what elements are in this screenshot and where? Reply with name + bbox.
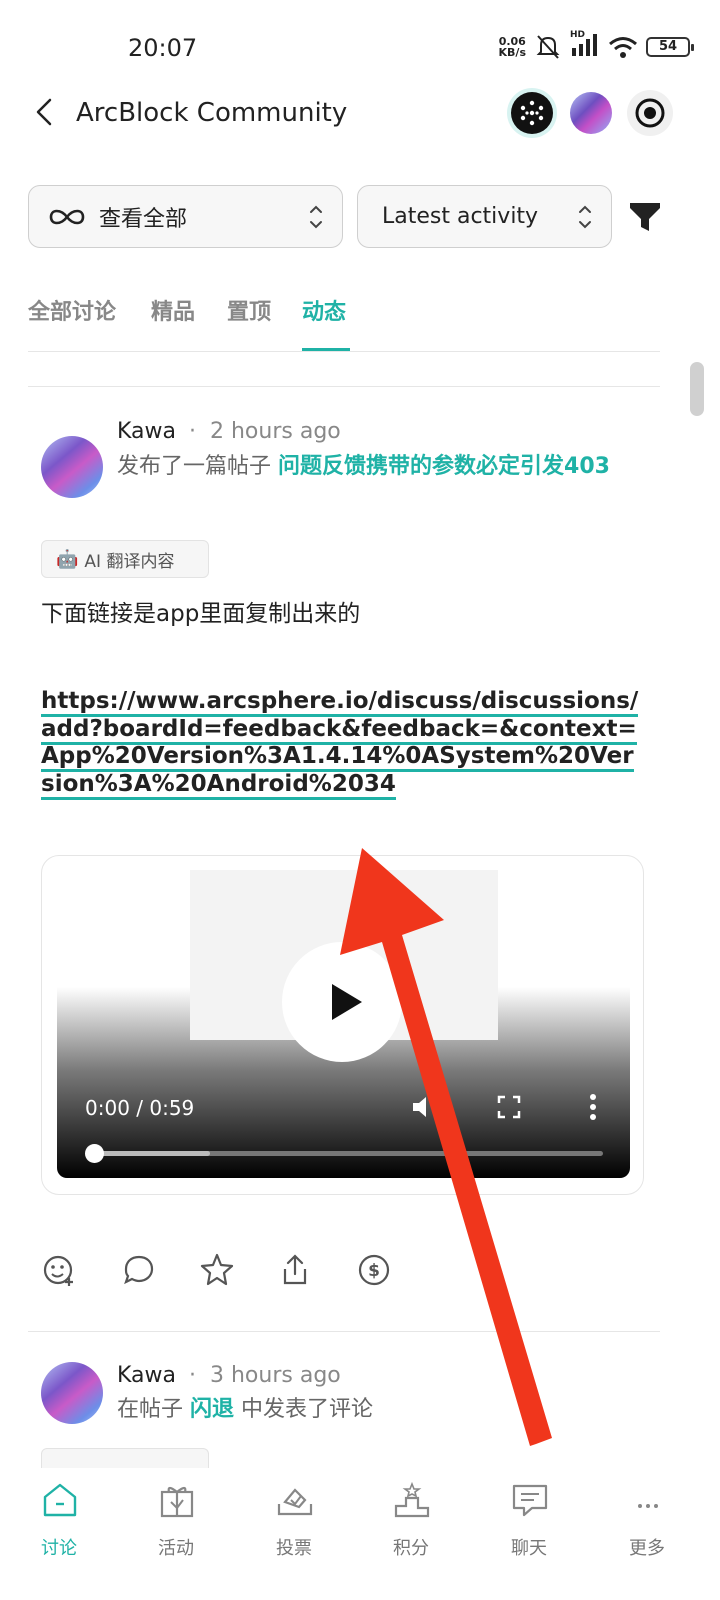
sort-select[interactable]: Latest activity (357, 185, 612, 248)
fullscreen-icon[interactable] (494, 1092, 524, 1122)
author-name[interactable]: Kawa (117, 1363, 176, 1388)
status-indicators: 0.06 KB/s HD 54 (499, 30, 694, 60)
record-button[interactable] (627, 90, 673, 136)
tab-pinned[interactable]: 置顶 (227, 294, 271, 326)
post-title-link[interactable]: 闪退 (190, 1397, 234, 1422)
activity-description: 在帖子 闪退 中发表了评论 (117, 1393, 637, 1427)
page-title: ArcBlock Community (76, 98, 348, 128)
gift-icon (160, 1486, 194, 1518)
bottom-navigation: 讨论 活动 投票 积分 聊天 更多 (0, 1470, 720, 1600)
emoji-add-icon[interactable] (41, 1252, 77, 1288)
post-link-text[interactable]: https://www.arcsphere.io/discuss/discuss… (41, 688, 639, 800)
activity-prefix: 发布了一篇帖子 (117, 454, 272, 479)
tip-dollar-icon[interactable]: $ (356, 1252, 392, 1288)
status-bar: 20:07 0.06 KB/s HD 54 (0, 0, 720, 90)
chat-icon (512, 1484, 548, 1517)
nav-more[interactable]: 更多 (592, 1470, 702, 1600)
app-header: ArcBlock Community (0, 86, 720, 142)
post-body-text: 下面链接是app里面复制出来的 (41, 601, 361, 627)
podium-icon (394, 1481, 430, 1518)
filter-funnel-icon[interactable] (628, 200, 662, 234)
nav-label: 投票 (276, 1538, 312, 1559)
ai-translation-badge[interactable] (41, 1448, 209, 1468)
nav-label: 积分 (393, 1538, 429, 1559)
share-icon[interactable] (277, 1252, 313, 1288)
updown-chevron-icon (310, 205, 322, 229)
sort-select-label: Latest activity (382, 204, 539, 229)
network-speed: 0.06 KB/s (499, 36, 526, 58)
wifi-icon (609, 37, 637, 58)
user-avatar[interactable] (570, 92, 612, 134)
star-icon[interactable] (199, 1252, 235, 1288)
dapp-icon[interactable] (511, 92, 553, 134)
nav-label: 活动 (158, 1538, 194, 1559)
nav-points[interactable]: 积分 (356, 1470, 466, 1600)
video-buffer-bar (93, 1151, 211, 1156)
video-card: 0:00 / 0:59 (41, 855, 644, 1195)
activity-suffix: 中发表了评论 (241, 1397, 374, 1422)
post-time: 3 hours ago (210, 1363, 341, 1388)
video-progress-track[interactable] (93, 1151, 603, 1156)
hex-dots-icon (520, 100, 544, 126)
video-progress-thumb[interactable] (85, 1144, 104, 1163)
svg-text:$: $ (368, 1261, 380, 1281)
board-select-label: 查看全部 (99, 206, 188, 232)
robot-icon: 🤖 (56, 548, 79, 570)
nav-label: 聊天 (511, 1538, 547, 1559)
active-tab-indicator (302, 348, 350, 351)
nav-vote[interactable]: 投票 (239, 1470, 349, 1600)
volume-icon[interactable] (409, 1092, 439, 1122)
nav-label: 更多 (629, 1538, 665, 1559)
comment-icon[interactable] (121, 1252, 157, 1288)
status-time: 20:07 (128, 34, 198, 62)
nav-events[interactable]: 活动 (121, 1470, 231, 1600)
play-button[interactable] (282, 942, 402, 1062)
more-icon (638, 1504, 658, 1508)
board-select[interactable]: 查看全部 (28, 185, 343, 248)
mute-bell-icon (536, 35, 560, 59)
post-body-link[interactable]: https://www.arcsphere.io/discuss/discuss… (41, 688, 641, 800)
updown-chevron-icon (579, 205, 591, 229)
tab-featured[interactable]: 精品 (151, 294, 195, 326)
signal-indicator: HD (570, 30, 600, 60)
divider (28, 1331, 660, 1332)
network-speed-unit: KB/s (498, 46, 526, 59)
nav-label: 讨论 (41, 1538, 77, 1559)
scrollbar[interactable] (690, 362, 704, 416)
battery-indicator: 54 (646, 37, 694, 57)
video-player[interactable]: 0:00 / 0:59 (57, 870, 630, 1178)
ai-badge-label: AI 翻译内容 (84, 551, 175, 572)
tab-activity[interactable]: 动态 (302, 294, 346, 326)
separator-dot: · (189, 419, 196, 444)
divider (28, 386, 660, 387)
more-vertical-icon[interactable] (587, 1092, 599, 1122)
tab-bar: 全部讨论 精品 置顶 动态 (28, 288, 660, 352)
play-icon (332, 984, 362, 1020)
author-avatar[interactable] (41, 1362, 103, 1424)
home-icon (43, 1483, 77, 1517)
tab-all-discussions[interactable]: 全部讨论 (28, 294, 116, 326)
activity-description: 发布了一篇帖子 问题反馈携带的参数必定引发403 (117, 450, 637, 484)
author-avatar[interactable] (41, 436, 103, 498)
infinity-icon (49, 209, 85, 224)
post-time: 2 hours ago (210, 419, 341, 444)
record-icon (635, 98, 665, 128)
activity-prefix: 在帖子 (117, 1397, 184, 1422)
ballot-icon (277, 1488, 313, 1516)
post-title-link[interactable]: 问题反馈携带的参数必定引发403 (278, 454, 610, 479)
video-time: 0:00 / 0:59 (85, 1096, 195, 1120)
nav-chat[interactable]: 聊天 (474, 1470, 584, 1600)
author-name[interactable]: Kawa (117, 419, 176, 444)
separator-dot: · (189, 1363, 196, 1388)
back-arrow-icon[interactable] (30, 96, 62, 128)
nav-discussions[interactable]: 讨论 (4, 1470, 114, 1600)
signal-hd-label: HD (570, 30, 586, 40)
ai-translation-badge[interactable]: 🤖 AI 翻译内容 (41, 540, 209, 578)
